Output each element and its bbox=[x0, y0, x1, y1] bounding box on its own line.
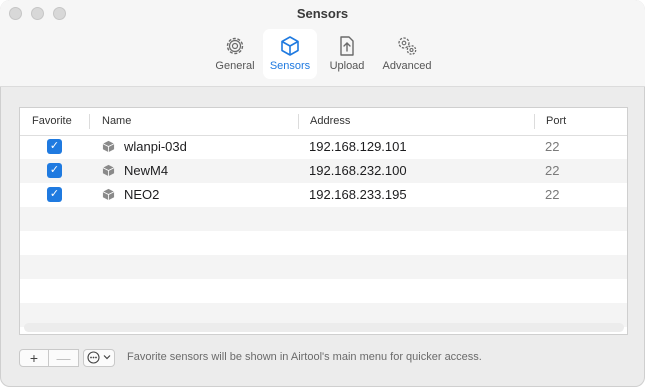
ellipsis-circle-icon bbox=[87, 351, 100, 364]
chevron-down-icon bbox=[103, 355, 111, 360]
empty-row bbox=[20, 279, 627, 303]
sensors-pane: Favorite Name Address Port ✓ wlanpi-03d … bbox=[0, 87, 645, 387]
sensors-table: Favorite Name Address Port ✓ wlanpi-03d … bbox=[19, 107, 628, 335]
sensor-address: 192.168.233.195 bbox=[309, 187, 407, 202]
tab-sensors[interactable]: Sensors bbox=[263, 29, 317, 79]
tab-label: Advanced bbox=[382, 60, 432, 72]
sensor-name: NewM4 bbox=[124, 163, 169, 178]
horizontal-scrollbar[interactable] bbox=[24, 323, 624, 332]
column-header-favorite[interactable]: Favorite bbox=[32, 108, 72, 135]
sensor-cube-icon bbox=[102, 164, 115, 177]
sensor-port: 22 bbox=[545, 163, 560, 178]
column-header-address[interactable]: Address bbox=[310, 108, 350, 135]
cube-icon bbox=[281, 36, 299, 56]
sensor-name: wlanpi-03d bbox=[124, 139, 187, 154]
column-divider[interactable] bbox=[89, 114, 90, 129]
sensor-address: 192.168.129.101 bbox=[309, 139, 407, 154]
column-divider[interactable] bbox=[534, 114, 535, 129]
gear-icon bbox=[226, 37, 244, 55]
tab-label: Upload bbox=[329, 60, 365, 72]
table-header: Favorite Name Address Port bbox=[20, 108, 627, 136]
sensor-name: NEO2 bbox=[124, 187, 160, 202]
add-sensor-button[interactable]: + bbox=[19, 349, 49, 367]
empty-row bbox=[20, 255, 627, 279]
preferences-window: Sensors General Sensors Upload Advanced … bbox=[0, 0, 645, 387]
sensor-address: 192.168.232.100 bbox=[309, 163, 407, 178]
favorite-checkbox[interactable]: ✓ bbox=[47, 139, 62, 154]
upload-icon bbox=[340, 36, 354, 56]
sensor-cube-icon bbox=[102, 188, 115, 201]
table-row[interactable]: ✓ NEO2 192.168.233.195 22 bbox=[20, 183, 627, 207]
gears-icon bbox=[398, 37, 417, 55]
remove-sensor-button[interactable]: — bbox=[49, 349, 79, 367]
sensor-cube-icon bbox=[102, 140, 115, 153]
column-header-port[interactable]: Port bbox=[546, 108, 566, 135]
empty-row bbox=[20, 231, 627, 255]
favorite-checkbox[interactable]: ✓ bbox=[47, 163, 62, 178]
tab-label: Sensors bbox=[269, 60, 311, 72]
tab-label: General bbox=[215, 60, 255, 72]
column-header-name[interactable]: Name bbox=[102, 108, 131, 135]
sensor-port: 22 bbox=[545, 187, 560, 202]
tab-general[interactable]: General bbox=[210, 29, 260, 79]
column-divider[interactable] bbox=[298, 114, 299, 129]
table-row[interactable]: ✓ NewM4 192.168.232.100 22 bbox=[20, 159, 627, 183]
empty-row bbox=[20, 207, 627, 231]
favorites-hint: Favorite sensors will be shown in Airtoo… bbox=[127, 351, 482, 363]
table-row[interactable]: ✓ wlanpi-03d 192.168.129.101 22 bbox=[20, 135, 627, 159]
tab-upload[interactable]: Upload bbox=[322, 29, 372, 79]
actions-menu-button[interactable] bbox=[83, 349, 115, 367]
favorite-checkbox[interactable]: ✓ bbox=[47, 187, 62, 202]
tab-advanced[interactable]: Advanced bbox=[376, 29, 438, 79]
window-title: Sensors bbox=[296, 6, 349, 21]
sensor-port: 22 bbox=[545, 139, 560, 154]
titlebar: Sensors General Sensors Upload Advanced bbox=[0, 0, 645, 87]
